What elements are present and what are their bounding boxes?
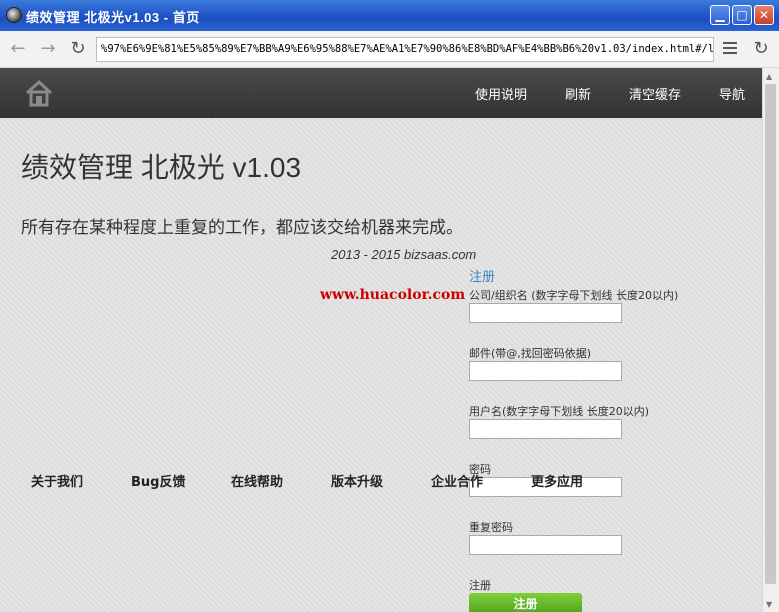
copyright-text: 2013 - 2015 bizsaas.com — [331, 247, 477, 262]
browser-app-icon — [6, 7, 22, 23]
page-viewport: 使用说明 刷新 清空缓存 导航 绩效管理 北极光 v1.03 所有存在某种程度上… — [0, 68, 762, 612]
email-label: 邮件(带@,找回密码依据) — [469, 347, 592, 360]
company-name-label: 公司/组织名 (数字字母下划线 长度20以内) — [469, 289, 679, 302]
nav-link-refresh[interactable]: 刷新 — [565, 84, 591, 103]
watermark-text: www.huacolor.com — [320, 287, 466, 303]
footer-link-online-help[interactable]: 在线帮助 — [231, 471, 283, 490]
username-input[interactable] — [469, 419, 622, 439]
company-name-input[interactable] — [469, 303, 622, 323]
page-title: 绩效管理 北极光 v1.03 — [21, 152, 302, 183]
confirm-password-input[interactable] — [469, 535, 622, 555]
confirm-password-label: 重复密码 — [469, 521, 513, 534]
site-navbar: 使用说明 刷新 清空缓存 导航 — [0, 68, 762, 118]
forward-arrow-icon[interactable]: → — [36, 37, 60, 61]
home-icon[interactable] — [24, 79, 54, 107]
scroll-down-icon[interactable]: ▼ — [766, 600, 772, 609]
back-arrow-icon[interactable]: ← — [6, 37, 30, 61]
footer-link-bug-report[interactable]: Bug反馈 — [131, 471, 185, 490]
footer-link-upgrade[interactable]: 版本升级 — [331, 471, 383, 490]
email-input[interactable] — [469, 361, 622, 381]
footer-link-about[interactable]: 关于我们 — [31, 471, 83, 490]
maximize-button[interactable]: □ — [732, 5, 752, 25]
vertical-scrollbar[interactable]: ▲ ▼ — [762, 68, 779, 612]
register-link[interactable]: 注册 — [469, 266, 495, 285]
scrollbar-thumb[interactable] — [765, 84, 776, 584]
browser-toolbar: ← → ↻ %97%E6%9E%81%E5%85%89%E7%BB%A9%E6%… — [0, 31, 779, 68]
close-button[interactable]: ✕ — [754, 5, 774, 25]
window-title-bar: 绩效管理 北极光v1.03 - 首页 ▁ □ ✕ — [0, 0, 779, 31]
nav-link-navigation[interactable]: 导航 — [719, 84, 745, 103]
reload-icon[interactable]: ↻ — [66, 37, 90, 61]
window-title: 绩效管理 北极光v1.03 - 首页 — [26, 10, 200, 25]
hamburger-menu-icon[interactable] — [723, 42, 737, 57]
nav-link-instructions[interactable]: 使用说明 — [475, 84, 527, 103]
register-submit-button[interactable]: 注册 — [469, 593, 582, 612]
nav-link-clear-cache[interactable]: 清空缓存 — [629, 84, 681, 103]
scroll-up-icon[interactable]: ▲ — [766, 72, 772, 81]
register-caption: 注册 — [469, 579, 491, 592]
footer-link-more-apps[interactable]: 更多应用 — [531, 471, 583, 490]
address-bar[interactable]: %97%E6%9E%81%E5%85%89%E7%BB%A9%E6%95%88%… — [96, 37, 714, 62]
minimize-button[interactable]: ▁ — [710, 5, 730, 25]
footer-link-partnership[interactable]: 企业合作 — [431, 471, 483, 490]
reload-page-icon[interactable]: ↻ — [749, 37, 773, 61]
username-label: 用户名(数字字母下划线 长度20以内) — [469, 405, 650, 418]
page-subtitle: 所有存在某种程度上重复的工作，都应该交给机器来完成。 — [21, 218, 463, 238]
